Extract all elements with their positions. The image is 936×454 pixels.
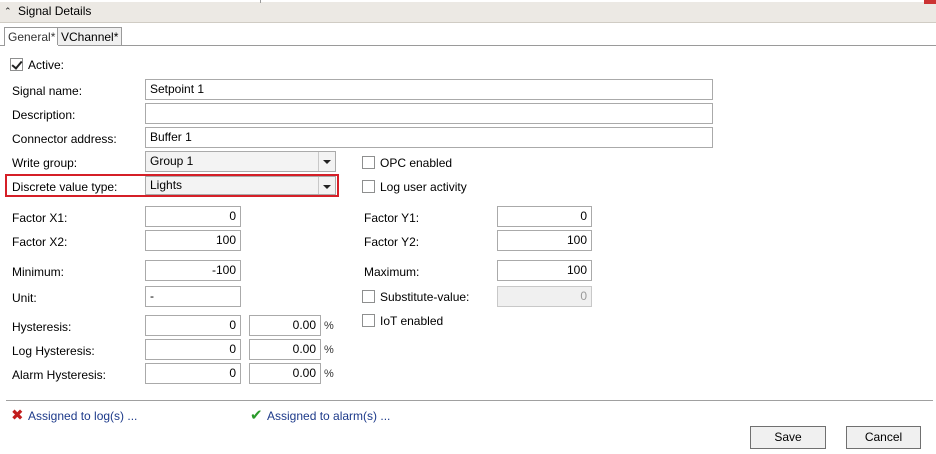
substitute-value-input: 0 xyxy=(497,286,592,307)
connector-address-label: Connector address: xyxy=(12,132,117,146)
cross-icon: ✖ xyxy=(11,407,24,424)
unit-label: Unit: xyxy=(12,291,37,305)
signal-name-input[interactable]: Setpoint 1 xyxy=(145,79,713,100)
connector-address-input[interactable]: Buffer 1 xyxy=(145,127,713,148)
description-input[interactable] xyxy=(145,103,713,124)
active-label: Active: xyxy=(28,58,65,72)
header-close-marker[interactable] xyxy=(924,0,936,4)
substitute-value-checkbox[interactable] xyxy=(362,290,375,303)
opc-enabled-checkbox[interactable] xyxy=(362,156,375,169)
unit-input[interactable]: - xyxy=(145,286,241,307)
write-group-value: Group 1 xyxy=(150,154,194,168)
collapse-chevron-icon[interactable]: ⌃ xyxy=(4,5,14,17)
factor-x1-label: Factor X1: xyxy=(12,211,68,225)
cancel-button[interactable]: Cancel xyxy=(846,426,921,449)
maximum-input[interactable]: 100 xyxy=(497,260,592,281)
substitute-value-label: Substitute-value: xyxy=(380,290,470,304)
save-button[interactable]: Save xyxy=(750,426,826,449)
alarm-hysteresis-input[interactable]: 0 xyxy=(145,363,241,384)
factor-y1-label: Factor Y1: xyxy=(364,211,420,225)
description-label: Description: xyxy=(12,108,76,122)
tab-general[interactable]: General* xyxy=(4,27,60,46)
panel-header xyxy=(0,0,936,23)
minimum-label: Minimum: xyxy=(12,265,65,279)
hysteresis-input[interactable]: 0 xyxy=(145,315,241,336)
write-group-select[interactable]: Group 1 xyxy=(145,151,336,172)
discrete-value-type-value: Lights xyxy=(150,178,183,192)
assigned-logs-link[interactable]: Assigned to log(s) ... xyxy=(28,409,137,423)
chevron-down-icon[interactable] xyxy=(318,152,335,171)
log-hysteresis-percent-input[interactable]: 0.00 xyxy=(249,339,321,360)
log-user-activity-checkbox[interactable] xyxy=(362,180,375,193)
factor-x2-input[interactable]: 100 xyxy=(145,230,241,251)
maximum-label: Maximum: xyxy=(364,265,420,279)
minimum-input[interactable]: -100 xyxy=(145,260,241,281)
check-icon: ✔ xyxy=(250,407,263,424)
chevron-down-icon[interactable] xyxy=(318,177,335,194)
alarm-hysteresis-percent-unit: % xyxy=(324,368,334,380)
alarm-hysteresis-label: Alarm Hysteresis: xyxy=(12,368,107,382)
tab-strip-baseline xyxy=(0,45,936,46)
signal-name-label: Signal name: xyxy=(12,84,83,98)
iot-enabled-checkbox[interactable] xyxy=(362,314,375,327)
factor-x1-input[interactable]: 0 xyxy=(145,206,241,227)
footer-divider xyxy=(6,400,933,401)
factor-y1-input[interactable]: 0 xyxy=(497,206,592,227)
alarm-hysteresis-percent-input[interactable]: 0.00 xyxy=(249,363,321,384)
header-divider xyxy=(260,0,261,3)
log-hysteresis-input[interactable]: 0 xyxy=(145,339,241,360)
opc-enabled-label: OPC enabled xyxy=(380,156,453,170)
header-top-edge xyxy=(0,0,936,2)
factor-y2-label: Factor Y2: xyxy=(364,235,420,249)
hysteresis-percent-input[interactable]: 0.00 xyxy=(249,315,321,336)
log-hysteresis-label: Log Hysteresis: xyxy=(12,344,95,358)
hysteresis-percent-unit: % xyxy=(324,320,334,332)
panel-title: Signal Details xyxy=(18,4,92,18)
discrete-value-type-select[interactable]: Lights xyxy=(145,176,336,195)
iot-enabled-label: IoT enabled xyxy=(380,314,444,328)
factor-x2-label: Factor X2: xyxy=(12,235,68,249)
hysteresis-label: Hysteresis: xyxy=(12,320,72,334)
assigned-alarms-link[interactable]: Assigned to alarm(s) ... xyxy=(267,409,390,423)
write-group-label: Write group: xyxy=(12,156,78,170)
tab-vchannel[interactable]: VChannel* xyxy=(57,27,123,45)
log-hysteresis-percent-unit: % xyxy=(324,344,334,356)
log-user-activity-label: Log user activity xyxy=(380,180,467,194)
discrete-value-type-label: Discrete value type: xyxy=(12,180,118,194)
active-checkbox[interactable] xyxy=(10,58,23,71)
factor-y2-input[interactable]: 100 xyxy=(497,230,592,251)
